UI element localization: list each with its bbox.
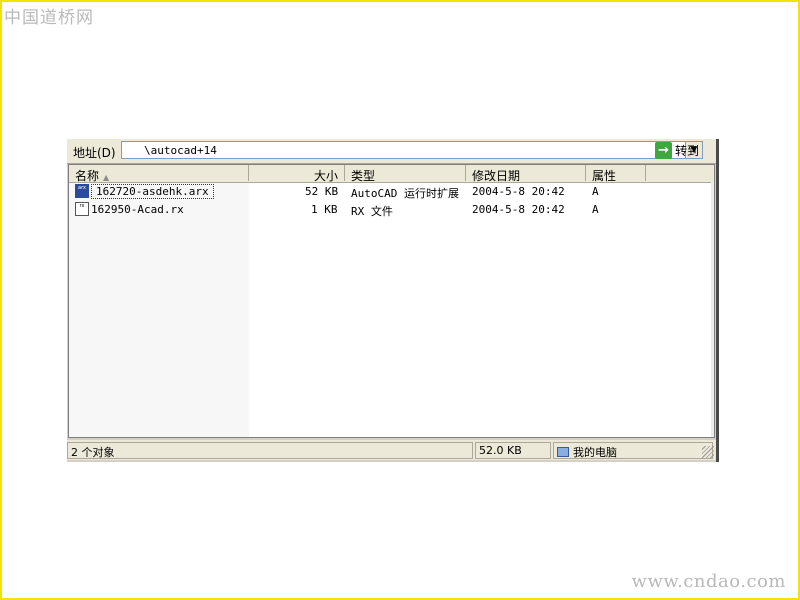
name-column-shade — [69, 182, 249, 437]
go-button-label: 转到 — [675, 144, 700, 158]
file-size: 52 KB — [305, 185, 339, 198]
window-right-edge — [716, 139, 719, 462]
explorer-window: 地址(D) \autocad+14 ▼ → 转到 名称▲ 大小 类型 修改日期 — [67, 139, 719, 462]
file-row[interactable]: arx 162720-asdehk.arx 52 KB AutoCAD 运行时扩… — [69, 183, 714, 200]
file-attributes: A — [592, 185, 599, 198]
column-header-attributes[interactable]: 属性 — [586, 165, 646, 183]
rx-file-icon: rx — [75, 202, 89, 216]
status-bar: 2 个对象 52.0 KB 我的电脑 — [67, 440, 716, 460]
column-name-label: 名称 — [75, 169, 100, 183]
address-label: 地址(D) — [73, 146, 116, 160]
file-modified: 2004-5-8 20:42 — [472, 185, 565, 198]
file-type: AutoCAD 运行时扩展 — [351, 187, 459, 200]
status-location-label: 我的电脑 — [573, 446, 617, 459]
sort-ascending-icon: ▲ — [103, 173, 110, 182]
column-header-name[interactable]: 名称 ▲ — [69, 165, 249, 183]
resize-grip-icon[interactable] — [702, 446, 714, 458]
column-header-size[interactable]: 大小 — [249, 165, 345, 183]
file-modified: 2004-5-8 20:42 — [472, 203, 565, 216]
go-button[interactable]: → 转到 — [655, 140, 711, 161]
column-header-modified[interactable]: 修改日期 — [466, 165, 586, 183]
file-size: 1 KB — [311, 203, 338, 216]
column-attributes-label: 属性 — [592, 169, 617, 183]
file-name[interactable]: 162950-Acad.rx — [91, 203, 184, 216]
go-arrow-icon: → — [655, 142, 672, 159]
computer-icon — [557, 447, 569, 457]
address-input[interactable]: \autocad+14 ▼ — [121, 141, 703, 159]
column-type-label: 类型 — [351, 169, 376, 183]
arx-file-icon: arx — [75, 184, 89, 198]
watermark-logo-text: 中国道桥网 — [4, 8, 94, 28]
column-modified-label: 修改日期 — [472, 169, 521, 183]
status-total-size: 52.0 KB — [475, 442, 551, 459]
list-scroll-edge — [711, 182, 714, 437]
column-header-type[interactable]: 类型 — [345, 165, 466, 183]
file-list[interactable]: 名称 ▲ 大小 类型 修改日期 属性 arx 162720-asdehk.arx … — [68, 164, 715, 438]
file-attributes: A — [592, 203, 599, 216]
address-bar: 地址(D) \autocad+14 ▼ → 转到 — [67, 139, 716, 164]
column-header-row: 名称 ▲ 大小 类型 修改日期 属性 — [69, 165, 714, 183]
file-type: RX 文件 — [351, 205, 393, 218]
column-size-label: 大小 — [313, 169, 338, 183]
file-row[interactable]: rx 162950-Acad.rx 1 KB RX 文件 2004-5-8 20… — [69, 201, 714, 218]
status-location: 我的电脑 — [553, 442, 713, 459]
file-name[interactable]: 162720-asdehk.arx — [91, 184, 214, 199]
status-object-count: 2 个对象 — [67, 442, 473, 459]
watermark-url: www.cndao.com — [631, 571, 786, 592]
address-path: \autocad+14 — [144, 144, 217, 157]
